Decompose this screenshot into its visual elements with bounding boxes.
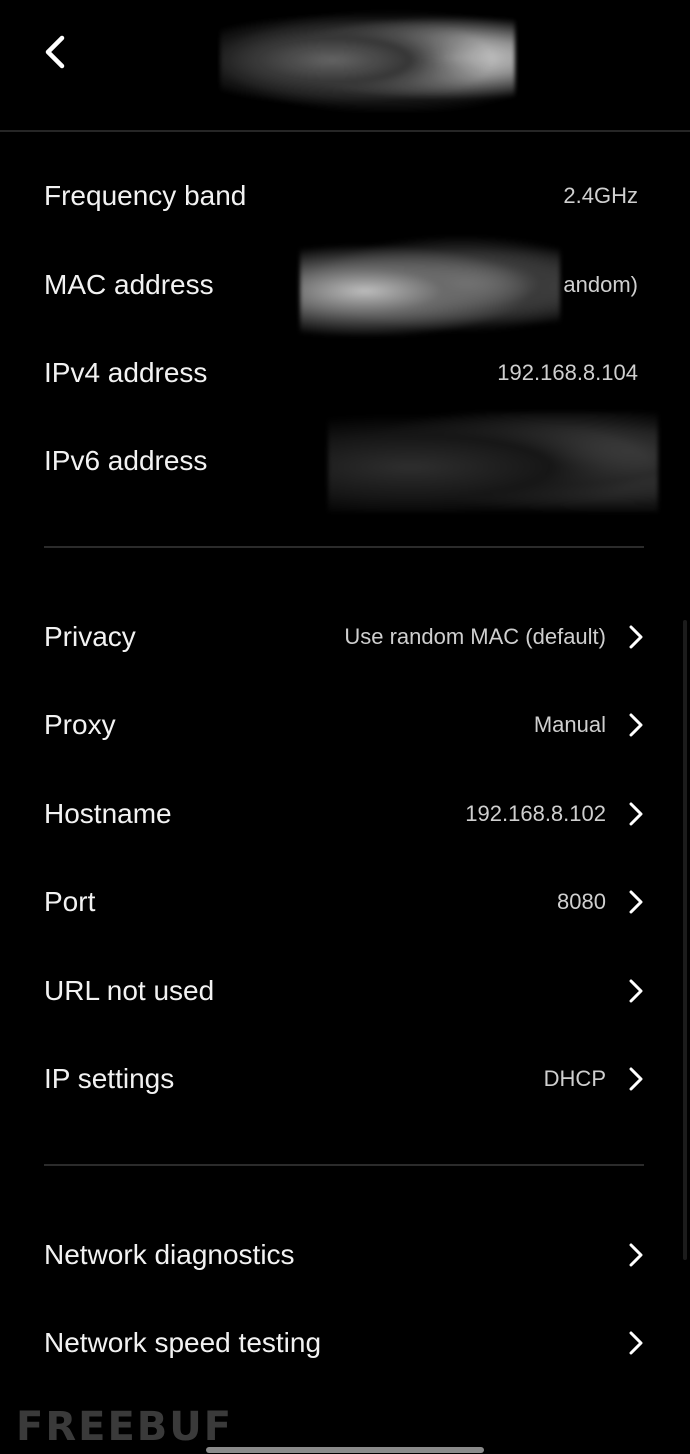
port-value: 8080 xyxy=(557,889,606,914)
chevron-right-icon xyxy=(629,979,643,1003)
hostname-row[interactable]: Hostname 192.168.8.102 xyxy=(44,784,644,844)
chevron-left-icon xyxy=(45,35,65,69)
hostname-value: 192.168.8.102 xyxy=(465,801,606,826)
privacy-row[interactable]: Privacy Use random MAC (default) xyxy=(44,607,644,667)
top-bar xyxy=(0,0,690,130)
watermark-logo: FREEBUF xyxy=(16,1404,234,1450)
ip-settings-label: IP settings xyxy=(44,1063,175,1094)
header-divider xyxy=(0,130,690,132)
port-label: Port xyxy=(44,886,96,917)
back-button[interactable] xyxy=(36,30,76,74)
frequency-band-value: 2.4GHz xyxy=(563,183,638,208)
privacy-value: Use random MAC (default) xyxy=(344,624,606,649)
mac-address-redaction xyxy=(300,236,560,336)
port-row[interactable]: Port 8080 xyxy=(44,872,644,932)
ip-settings-value: DHCP xyxy=(543,1066,606,1091)
section-divider xyxy=(44,1164,644,1166)
proxy-value: Manual xyxy=(533,712,606,737)
network-diagnostics-label: Network diagnostics xyxy=(44,1239,295,1270)
hostname-label: Hostname xyxy=(44,798,172,829)
ipv4-address-label: IPv4 address xyxy=(44,357,208,388)
proxy-row[interactable]: Proxy Manual xyxy=(44,695,644,755)
privacy-label: Privacy xyxy=(44,621,136,652)
network-speed-testing-label: Network speed testing xyxy=(44,1327,322,1358)
proxy-label: Proxy xyxy=(44,709,116,740)
chevron-right-icon xyxy=(629,713,643,737)
ipv4-address-value: 192.168.8.104 xyxy=(497,360,638,385)
scrollbar xyxy=(683,620,687,1260)
network-diagnostics-row[interactable]: Network diagnostics xyxy=(44,1225,644,1285)
chevron-right-icon xyxy=(629,625,643,649)
url-not-used-label: URL not used xyxy=(44,975,215,1006)
section-divider xyxy=(44,546,644,548)
ip-settings-row[interactable]: IP settings DHCP xyxy=(44,1049,644,1109)
url-not-used-row[interactable]: URL not used xyxy=(44,961,644,1021)
chevron-right-icon xyxy=(629,802,643,826)
chevron-right-icon xyxy=(629,1243,643,1267)
network-speed-testing-row[interactable]: Network speed testing xyxy=(44,1313,644,1373)
ipv6-address-redaction xyxy=(328,412,658,512)
frequency-band-row: Frequency band 2.4GHz xyxy=(44,166,644,226)
ipv4-address-row: IPv4 address 192.168.8.104 xyxy=(44,343,644,403)
network-name-redacted xyxy=(220,8,515,112)
mac-address-value: andom) xyxy=(563,272,638,297)
chevron-right-icon xyxy=(629,890,643,914)
home-indicator[interactable] xyxy=(206,1447,484,1453)
chevron-right-icon xyxy=(629,1067,643,1091)
chevron-right-icon xyxy=(629,1331,643,1355)
frequency-band-label: Frequency band xyxy=(44,180,247,211)
